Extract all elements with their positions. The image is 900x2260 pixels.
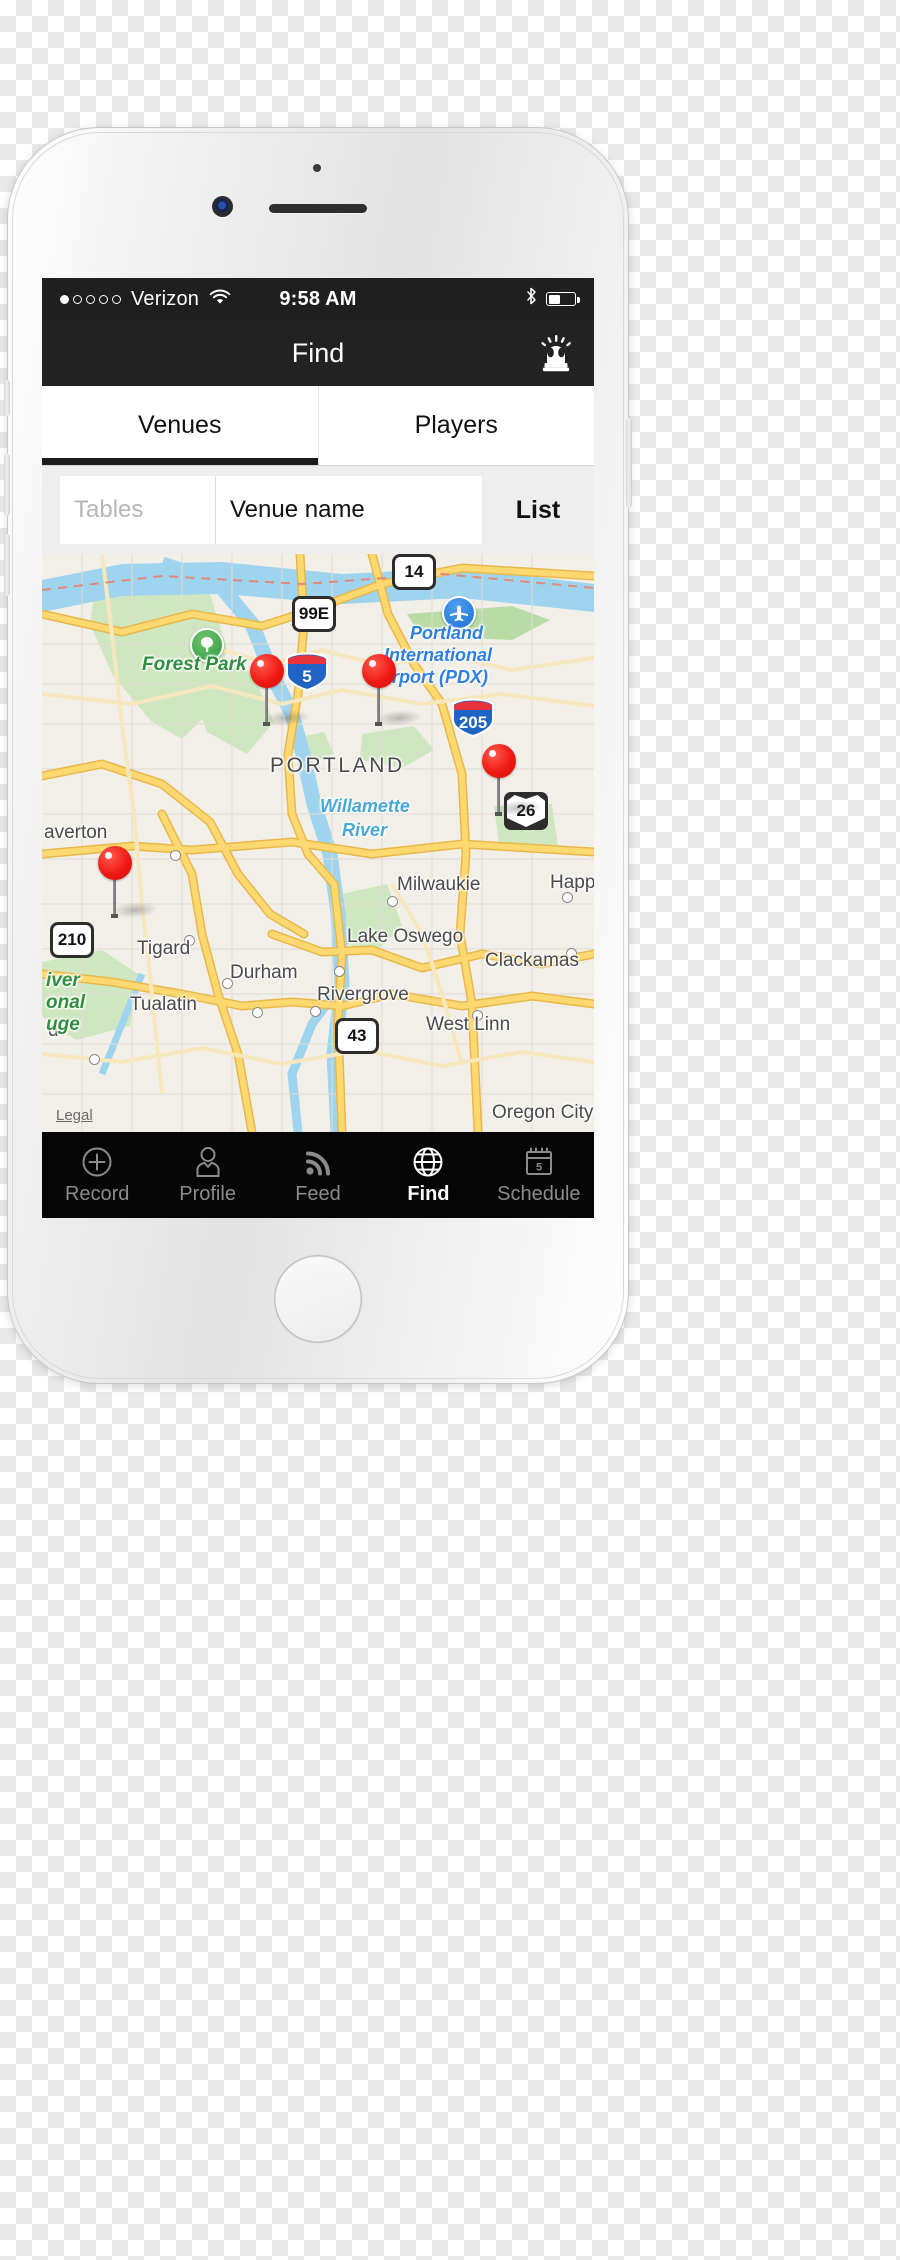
carrier-name: Verizon — [131, 287, 200, 310]
person-icon — [193, 1145, 223, 1179]
venue-name-input[interactable]: Venue name — [215, 476, 482, 544]
list-view-button-label: List — [515, 495, 561, 524]
rss-icon — [303, 1145, 333, 1179]
tab-feed-label: Feed — [295, 1182, 341, 1205]
status-bar-left: Verizon — [60, 287, 231, 311]
volume-down-button[interactable] — [4, 534, 10, 596]
route-shield-210-number: 210 — [53, 925, 91, 955]
navigation-bar: Find — [42, 320, 594, 386]
home-button[interactable] — [274, 1255, 362, 1343]
tab-profile-label: Profile — [179, 1182, 236, 1205]
route-shield-43-number: 43 — [338, 1021, 376, 1051]
phone-screen: Verizon 9:58 AM Find Venues Players Tabl… — [42, 278, 594, 1218]
city-dot — [387, 896, 398, 907]
city-dot — [222, 978, 233, 989]
tab-profile[interactable]: Profile — [152, 1132, 262, 1218]
globe-icon — [412, 1145, 444, 1179]
iphone-device-frame: Verizon 9:58 AM Find Venues Players Tabl… — [4, 128, 632, 1383]
city-dot — [472, 1010, 483, 1021]
earpiece-speaker — [269, 204, 367, 213]
list-view-button[interactable]: List — [482, 476, 594, 544]
tree-icon — [190, 628, 224, 662]
page-root: Verizon 9:58 AM Find Venues Players Tabl… — [0, 0, 900, 2260]
bottom-tab-bar: Record Profile Feed Find 5 Schedule — [42, 1132, 594, 1218]
search-filter-bar: Tables Venue name List — [42, 466, 594, 554]
tab-venues-label: Venues — [138, 411, 222, 439]
signal-strength-icon — [60, 294, 121, 304]
route-shield-210: 210 — [50, 922, 94, 958]
bluetooth-icon — [526, 287, 537, 311]
tab-players-label: Players — [414, 411, 498, 439]
tab-players[interactable]: Players — [317, 386, 594, 465]
city-dot — [334, 966, 345, 977]
city-dot — [89, 1054, 100, 1065]
svg-text:5: 5 — [536, 1161, 542, 1173]
plus-circle-icon — [81, 1145, 113, 1179]
city-dot — [184, 935, 195, 946]
tab-feed[interactable]: Feed — [263, 1132, 373, 1218]
siren-icon[interactable] — [532, 329, 580, 377]
tab-record-label: Record — [64, 1182, 130, 1205]
tab-venues[interactable]: Venues — [42, 386, 318, 465]
venue-name-input-value: Venue name — [230, 496, 365, 523]
wifi-icon — [209, 287, 231, 311]
map-base-layer — [42, 554, 594, 1132]
proximity-sensor — [313, 164, 321, 172]
route-shield-14: 14 — [392, 554, 436, 590]
airplane-icon — [442, 596, 476, 630]
route-shield-i5: 5 — [284, 650, 330, 692]
map-view[interactable]: 14 99E 5 205 210 43 PORTLAND averton Mil… — [42, 554, 594, 1132]
tab-schedule-label: Schedule — [497, 1182, 581, 1205]
tables-input[interactable]: Tables — [60, 476, 215, 544]
segmented-control: Venues Players — [42, 386, 594, 466]
city-dot — [310, 1006, 321, 1017]
tables-input-placeholder: Tables — [74, 496, 144, 523]
city-dot — [566, 948, 577, 959]
tab-record[interactable]: Record — [42, 1132, 152, 1218]
route-shield-14-number: 14 — [395, 557, 433, 587]
city-dot — [252, 1007, 263, 1018]
route-shield-43: 43 — [335, 1018, 379, 1054]
power-button[interactable] — [626, 418, 632, 508]
route-shield-i205: 205 — [450, 696, 496, 738]
route-shield-99E-number: 99E — [295, 599, 333, 629]
tab-find-label: Find — [407, 1182, 450, 1205]
route-shield-99E: 99E — [292, 596, 336, 632]
front-camera — [212, 196, 233, 217]
battery-icon — [546, 292, 580, 306]
status-bar-right — [526, 287, 580, 311]
volume-up-button[interactable] — [4, 454, 10, 516]
tab-find[interactable]: Find — [373, 1132, 483, 1218]
city-dot — [170, 850, 181, 861]
city-dot — [562, 892, 573, 903]
route-shield-i5-number: 5 — [302, 667, 312, 686]
status-bar: Verizon 9:58 AM — [42, 278, 594, 320]
route-shield-i205-number: 205 — [458, 713, 488, 732]
tab-schedule[interactable]: 5 Schedule — [484, 1132, 594, 1218]
page-title: Find — [291, 337, 345, 368]
calendar-icon: 5 — [524, 1145, 554, 1179]
silent-switch[interactable] — [4, 380, 10, 416]
